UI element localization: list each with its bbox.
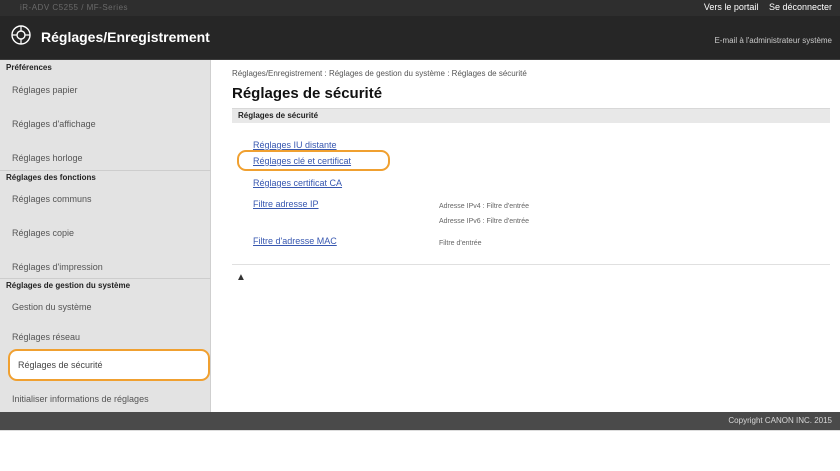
top-bar: iR-ADV C5255 / MF-Series Vers le portail… bbox=[0, 0, 840, 16]
portal-link[interactable]: Vers le portail bbox=[704, 2, 759, 12]
link-mac-filter[interactable]: Filtre d'adresse MAC bbox=[253, 236, 337, 246]
sidebar-heading-preferences: Préférences bbox=[6, 63, 52, 72]
top-links: Vers le portail Se déconnecter bbox=[696, 2, 832, 12]
email-admin-link[interactable]: E-mail à l'administrateur système bbox=[714, 36, 832, 45]
link-remote-ui[interactable]: Réglages IU distante bbox=[253, 140, 337, 150]
copyright: Copyright CANON INC. 2015 bbox=[728, 416, 832, 425]
sidebar: Préférences Réglages papier Réglages d'a… bbox=[0, 60, 211, 412]
footer: Copyright CANON INC. 2015 bbox=[0, 412, 840, 430]
page-header-title: Réglages/Enregistrement bbox=[41, 29, 210, 45]
section-header: Réglages de sécurité bbox=[232, 108, 830, 123]
sidebar-item-clock[interactable]: Réglages horloge bbox=[12, 153, 207, 163]
content-divider bbox=[232, 264, 830, 265]
back-to-top-icon[interactable]: ▲ bbox=[236, 272, 246, 283]
sidebar-heading-system: Réglages de gestion du système bbox=[6, 281, 131, 290]
link-ca-certificate[interactable]: Réglages certificat CA bbox=[253, 178, 342, 188]
sidebar-divider bbox=[0, 278, 211, 279]
section-title: Réglages de sécurité bbox=[238, 111, 319, 120]
sidebar-item-common[interactable]: Réglages communs bbox=[12, 194, 207, 204]
sidebar-item-security[interactable]: Réglages de sécurité bbox=[8, 349, 210, 381]
gear-icon bbox=[11, 25, 31, 45]
sidebar-heading-functions: Réglages des fonctions bbox=[6, 173, 96, 182]
logout-link[interactable]: Se déconnecter bbox=[769, 2, 832, 12]
bottom-area bbox=[0, 430, 840, 471]
sidebar-item-display[interactable]: Réglages d'affichage bbox=[12, 119, 207, 129]
device-name: iR-ADV C5255 / MF-Series bbox=[20, 3, 129, 12]
mac-filter-info: Filtre d'entrée bbox=[439, 240, 482, 247]
page-title: Réglages de sécurité bbox=[232, 85, 383, 102]
main-content: Réglages/Enregistrement : Réglages de ge… bbox=[211, 60, 840, 412]
ipv6-filter-info: Adresse IPv6 : Filtre d'entrée bbox=[439, 218, 530, 225]
sidebar-item-init[interactable]: Initialiser informations de réglages bbox=[12, 394, 207, 404]
sidebar-item-security-label: Réglages de sécurité bbox=[18, 360, 103, 370]
sidebar-item-network[interactable]: Réglages réseau bbox=[12, 332, 207, 342]
link-ip-filter[interactable]: Filtre adresse IP bbox=[253, 199, 319, 209]
breadcrumb: Réglages/Enregistrement : Réglages de ge… bbox=[232, 69, 527, 78]
sidebar-item-print[interactable]: Réglages d'impression bbox=[12, 262, 207, 272]
sidebar-item-copy[interactable]: Réglages copie bbox=[12, 228, 207, 238]
title-bar: Réglages/Enregistrement E-mail à l'admin… bbox=[0, 16, 840, 60]
ipv4-filter-info: Adresse IPv4 : Filtre d'entrée bbox=[439, 203, 530, 210]
sidebar-divider bbox=[0, 170, 211, 171]
link-key-certificate[interactable]: Réglages clé et certificat bbox=[253, 156, 351, 166]
sidebar-item-system-mgmt[interactable]: Gestion du système bbox=[12, 302, 207, 312]
sidebar-item-paper[interactable]: Réglages papier bbox=[12, 85, 207, 95]
